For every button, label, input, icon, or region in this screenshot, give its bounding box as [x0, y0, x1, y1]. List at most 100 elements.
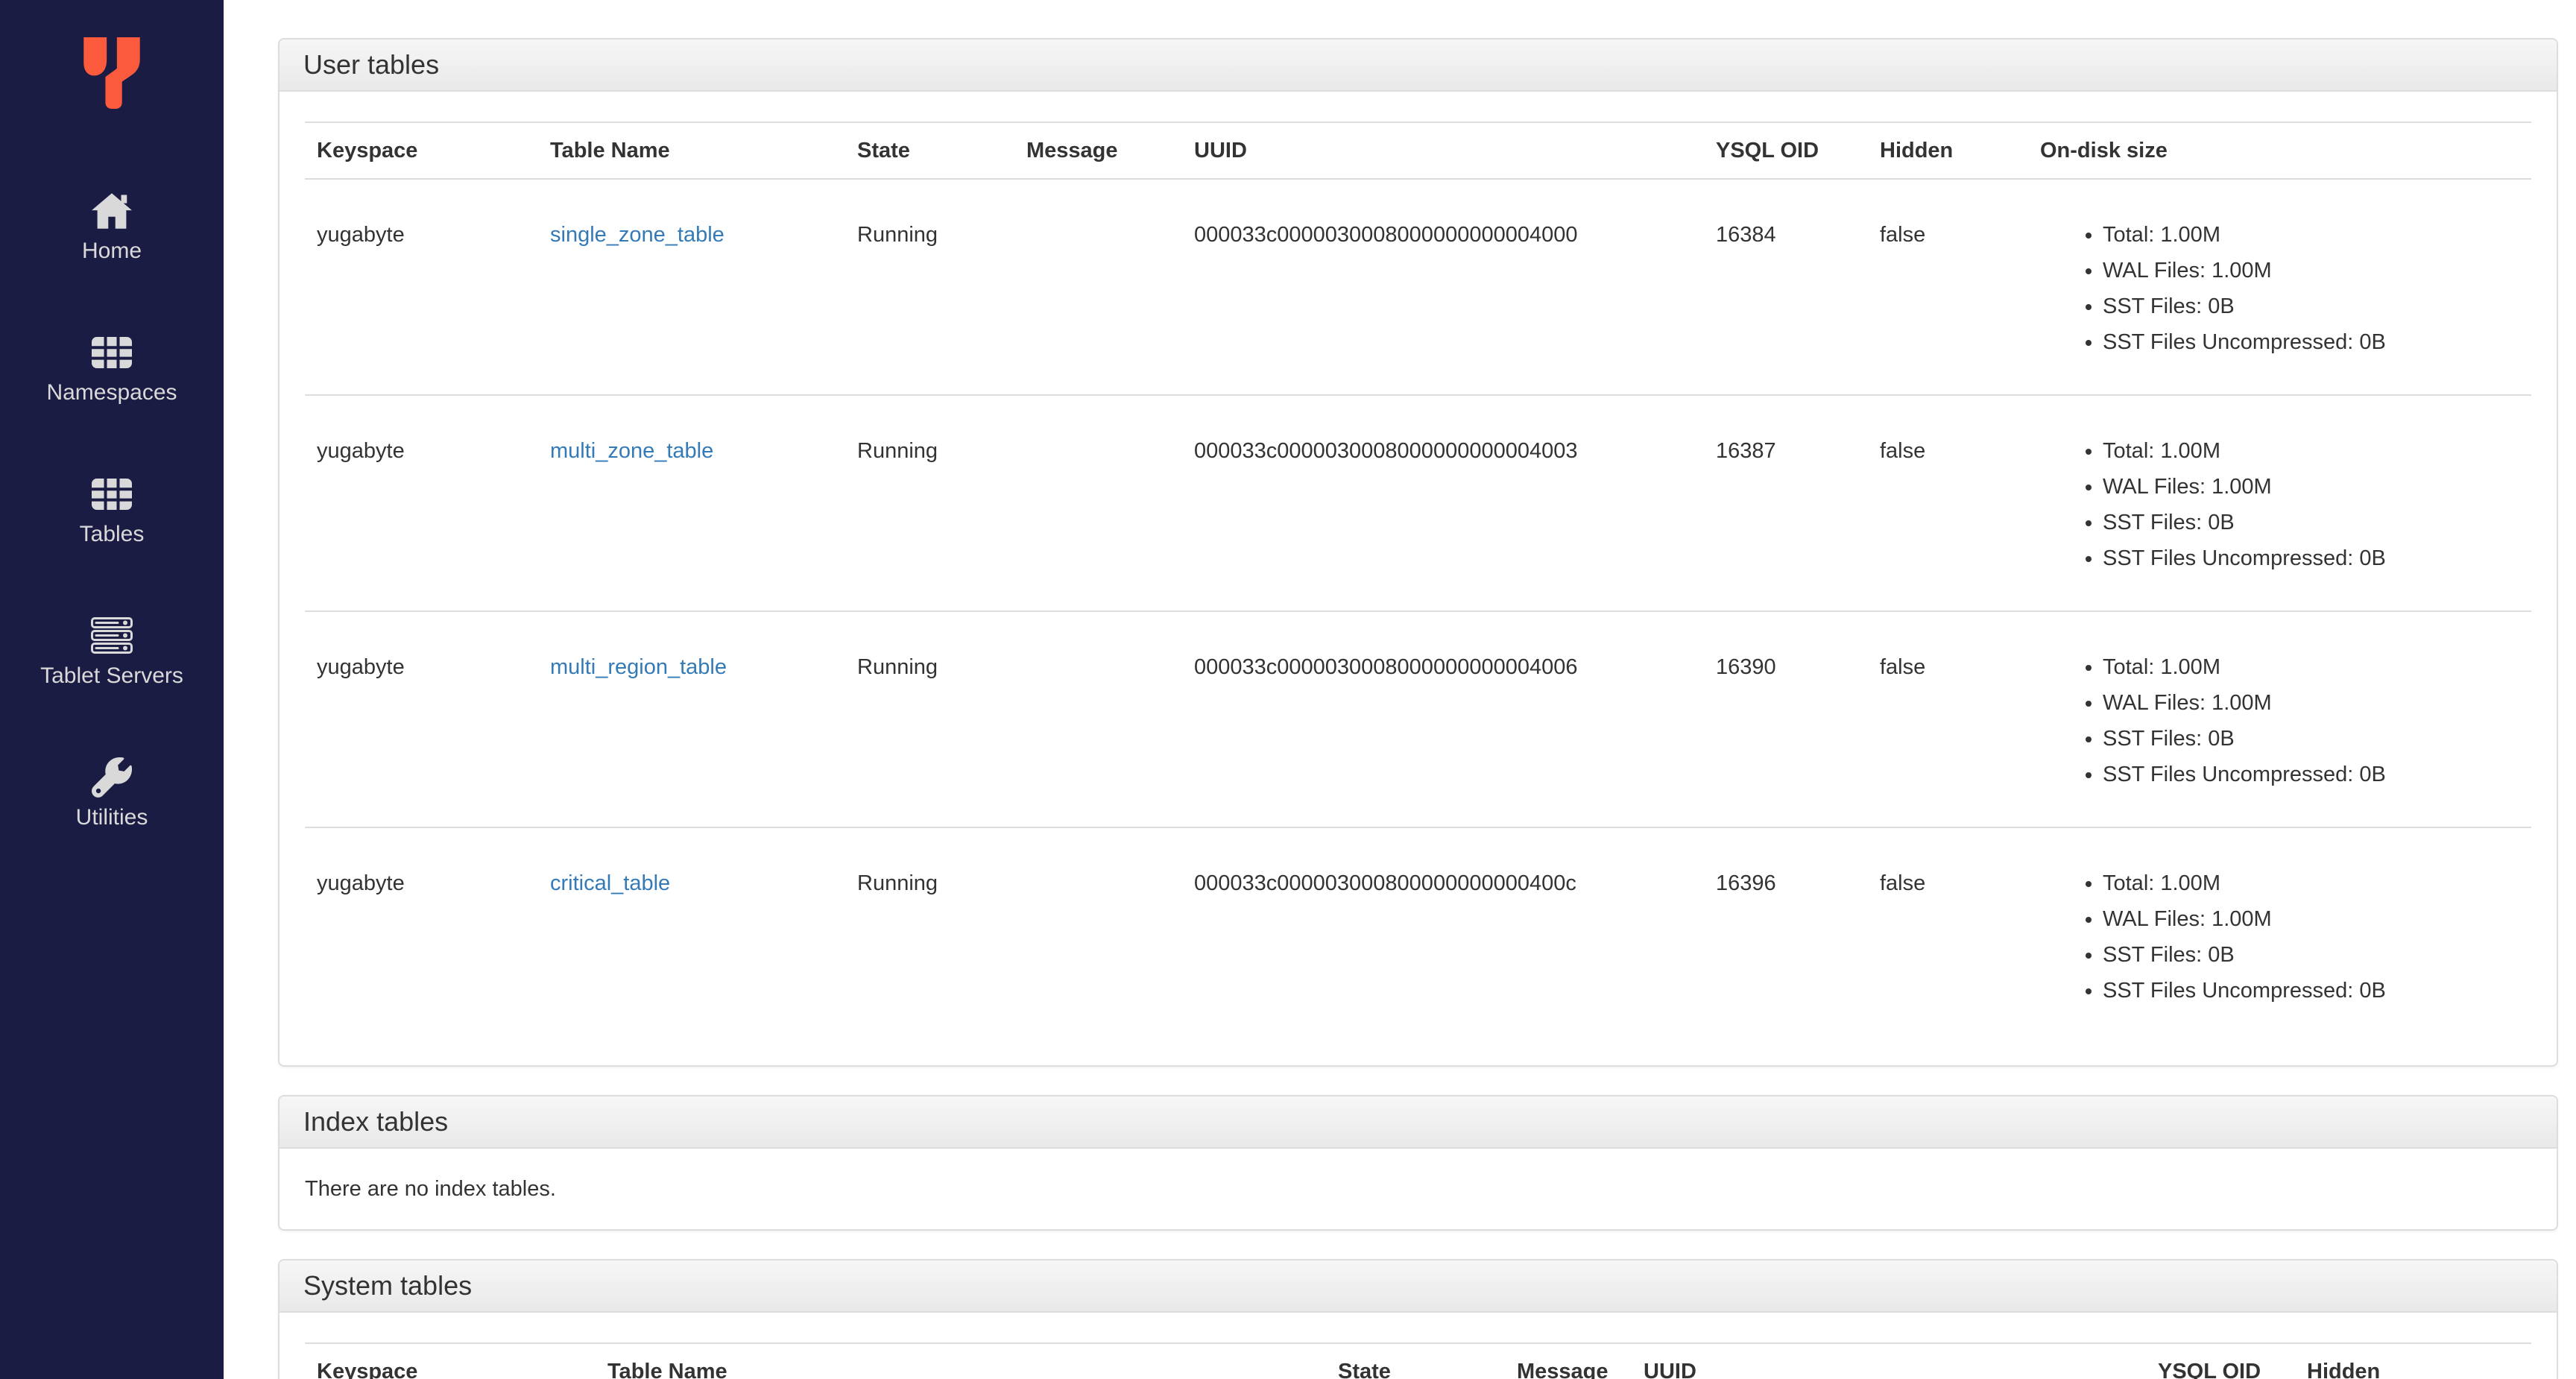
user-tables-panel-title: User tables	[280, 40, 2557, 92]
column-header-hidden: Hidden	[2295, 1343, 2531, 1379]
disk-stat-total: Total: 1.00M	[2103, 433, 2519, 469]
system-tables-header-row: Keyspace Table Name State Message UUID Y…	[305, 1343, 2531, 1379]
table-name-cell: single_zone_table	[538, 179, 845, 396]
disk-stat-sst: SST Files: 0B	[2103, 721, 2519, 757]
keyspace-cell: yugabyte	[305, 179, 538, 396]
on-disk-size-cell: Total: 1.00M WAL Files: 1.00M SST Files:…	[2028, 395, 2531, 612]
disk-stat-sst: SST Files: 0B	[2103, 288, 2519, 324]
column-header-uuid: UUID	[1632, 1343, 2146, 1379]
yugabyte-logo-icon	[83, 37, 140, 109]
uuid-cell: 000033c000003000800000000000400c	[1194, 871, 1576, 895]
column-header-table-name: Table Name	[538, 122, 845, 180]
column-header-ysql-oid: YSQL OID	[2146, 1343, 2295, 1379]
table-name-cell: multi_region_table	[538, 611, 845, 828]
yugabyte-logo[interactable]	[80, 37, 144, 109]
on-disk-size-cell: Total: 1.00M WAL Files: 1.00M SST Files:…	[2028, 827, 2531, 1043]
sidebar-item-utilities[interactable]: Utilities	[76, 756, 148, 830]
table-row: yugabyte single_zone_table Running 00003…	[305, 179, 2531, 396]
table-link-single-zone-table[interactable]: single_zone_table	[550, 223, 724, 247]
user-tables-panel-body: Keyspace Table Name State Message UUID Y…	[280, 92, 2557, 1065]
table-link-critical-table[interactable]: critical_table	[550, 871, 670, 895]
column-header-hidden: Hidden	[1868, 122, 2028, 180]
keyspace-cell: yugabyte	[317, 871, 405, 895]
state-cell: Running	[845, 611, 1014, 828]
user-tables-table: Keyspace Table Name State Message UUID Y…	[305, 122, 2531, 1043]
message-cell	[1014, 395, 1182, 612]
on-disk-size-list: Total: 1.00M WAL Files: 1.00M SST Files:…	[2040, 433, 2519, 576]
disk-stat-wal: WAL Files: 1.00M	[2103, 685, 2519, 721]
table-link-multi-zone-table[interactable]: multi_zone_table	[550, 439, 713, 463]
keyspace-cell: yugabyte	[305, 611, 538, 828]
on-disk-size-list: Total: 1.00M WAL Files: 1.00M SST Files:…	[2040, 649, 2519, 792]
system-tables-table: Keyspace Table Name State Message UUID Y…	[305, 1342, 2531, 1379]
message-cell	[1014, 611, 1182, 828]
page: Home Namespaces Tables Tablet Servers Ut…	[0, 0, 2576, 1379]
disk-stat-sst-uncompressed: SST Files Uncompressed: 0B	[2103, 540, 2519, 576]
sidebar-item-label: Tables	[79, 522, 145, 546]
uuid-cell: 000033c0000030008000000000004003	[1182, 395, 1704, 612]
ysql-oid-cell: 16390	[1704, 611, 1868, 828]
message-cell	[1014, 179, 1182, 396]
column-header-message: Message	[1014, 122, 1182, 180]
uuid-cell: 000033c0000030008000000000004000	[1182, 179, 1704, 396]
column-header-ysql-oid: YSQL OID	[1704, 122, 1868, 180]
sidebar-item-home[interactable]: Home	[82, 189, 142, 264]
sidebar-item-label: Namespaces	[46, 380, 177, 405]
state-cell: Running	[845, 179, 1014, 396]
disk-stat-sst-uncompressed: SST Files Uncompressed: 0B	[2103, 757, 2519, 792]
on-disk-size-list: Total: 1.00M WAL Files: 1.00M SST Files:…	[2040, 865, 2519, 1009]
sidebar-item-label: Home	[81, 239, 142, 263]
column-header-state: State	[1326, 1343, 1505, 1379]
state-cell: Running	[857, 871, 938, 895]
column-header-table-name: Table Name	[596, 1343, 1326, 1379]
on-disk-size-cell: Total: 1.00M WAL Files: 1.00M SST Files:…	[2028, 179, 2531, 396]
ysql-oid-cell: 16396	[1716, 871, 1776, 895]
uuid-cell: 000033c0000030008000000000004006	[1182, 611, 1704, 828]
hidden-cell: false	[1880, 871, 1926, 895]
disk-stat-total: Total: 1.00M	[2103, 649, 2519, 685]
column-header-on-disk-size: On-disk size	[2028, 122, 2531, 180]
utilities-wrench-icon	[92, 756, 132, 799]
index-tables-empty-message: There are no index tables.	[305, 1177, 556, 1201]
column-header-keyspace: Keyspace	[305, 122, 538, 180]
home-icon	[91, 189, 133, 233]
column-header-message: Message	[1505, 1343, 1632, 1379]
index-tables-panel-title: Index tables	[280, 1096, 2557, 1149]
sidebar-item-tablet-servers[interactable]: Tablet Servers	[40, 614, 183, 689]
system-tables-panel-body: Keyspace Table Name State Message UUID Y…	[280, 1313, 2557, 1379]
disk-stat-sst: SST Files: 0B	[2103, 505, 2519, 540]
user-tables-panel: User tables Keyspace Table Name State Me…	[278, 38, 2558, 1067]
sidebar: Home Namespaces Tables Tablet Servers Ut…	[0, 0, 224, 1379]
index-tables-panel: Index tables There are no index tables.	[278, 1095, 2558, 1231]
user-tables-header-row: Keyspace Table Name State Message UUID Y…	[305, 122, 2531, 180]
table-link-multi-region-table[interactable]: multi_region_table	[550, 655, 727, 679]
system-tables-panel-title: System tables	[280, 1260, 2557, 1313]
disk-stat-total: Total: 1.00M	[2103, 865, 2519, 901]
tables-grid-icon	[91, 473, 133, 516]
on-disk-size-cell: Total: 1.00M WAL Files: 1.00M SST Files:…	[2028, 611, 2531, 828]
on-disk-size-list: Total: 1.00M WAL Files: 1.00M SST Files:…	[2040, 217, 2519, 360]
table-row: yugabyte multi_zone_table Running 000033…	[305, 395, 2531, 612]
message-cell	[1014, 827, 1182, 1043]
sidebar-item-tables[interactable]: Tables	[79, 473, 145, 547]
state-cell: Running	[845, 395, 1014, 612]
hidden-cell: false	[1868, 611, 2028, 828]
keyspace-cell: yugabyte	[305, 395, 538, 612]
ysql-oid-cell: 16384	[1704, 179, 1868, 396]
sidebar-item-namespaces[interactable]: Namespaces	[46, 331, 177, 406]
disk-stat-wal: WAL Files: 1.00M	[2103, 469, 2519, 505]
main-content: User tables Keyspace Table Name State Me…	[224, 0, 2576, 1379]
sidebar-item-label: Utilities	[75, 805, 148, 830]
disk-stat-sst-uncompressed: SST Files Uncompressed: 0B	[2103, 973, 2519, 1009]
hidden-cell: false	[1868, 179, 2028, 396]
table-row: yugabyte multi_region_table Running 0000…	[305, 611, 2531, 828]
disk-stat-sst: SST Files: 0B	[2103, 937, 2519, 973]
column-header-state: State	[845, 122, 1014, 180]
tablet-servers-icon	[91, 614, 133, 657]
disk-stat-wal: WAL Files: 1.00M	[2103, 901, 2519, 937]
disk-stat-total: Total: 1.00M	[2103, 217, 2519, 253]
disk-stat-wal: WAL Files: 1.00M	[2103, 253, 2519, 288]
ysql-oid-cell: 16387	[1704, 395, 1868, 612]
column-header-keyspace: Keyspace	[305, 1343, 596, 1379]
column-header-uuid: UUID	[1182, 122, 1704, 180]
